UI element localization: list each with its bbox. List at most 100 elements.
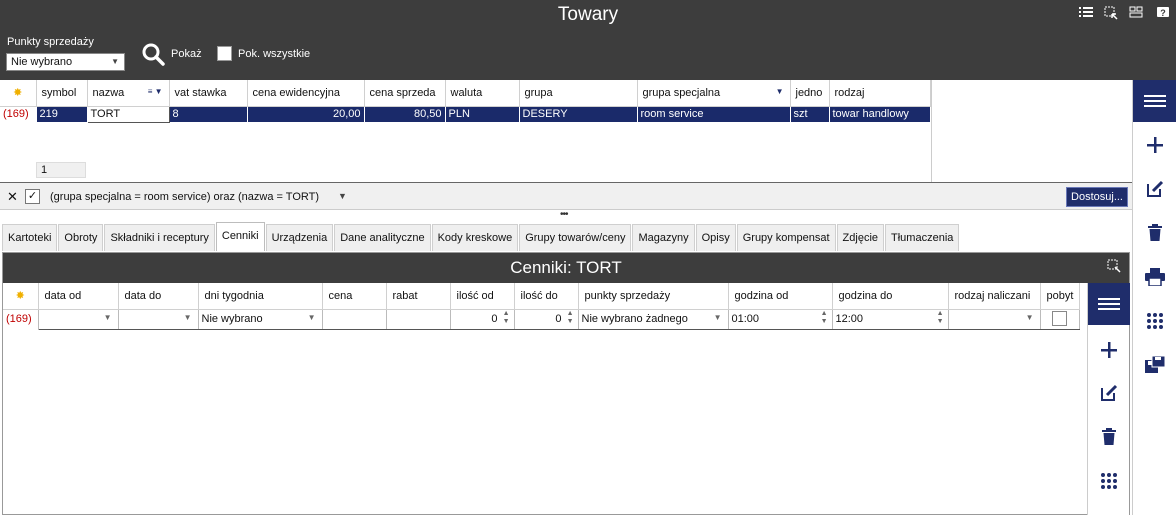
- filter-icon[interactable]: ≡ ▼: [148, 87, 163, 96]
- col-header-nazwa[interactable]: nazwa ≡ ▼: [87, 80, 170, 107]
- cell-rodzaj[interactable]: towar handlowy: [829, 106, 931, 122]
- cell-godzina-do[interactable]: 12:00 ▲ ▼: [832, 308, 949, 330]
- chevron-down-icon[interactable]: ▼: [104, 313, 112, 322]
- panel-edit-button[interactable]: [1088, 380, 1130, 406]
- col-header-data-od[interactable]: data od: [38, 283, 119, 310]
- col-header-ilosc-do[interactable]: ilość do: [514, 283, 579, 310]
- col-header-rodzaj-naliczania[interactable]: rodzaj naliczani: [948, 283, 1041, 310]
- cell-ilosc-od[interactable]: 0 ▲ ▼: [450, 308, 515, 330]
- tab-grupy-kompensat[interactable]: Grupy kompensat: [736, 224, 836, 251]
- col-header-godzina-od[interactable]: godzina od: [728, 283, 833, 310]
- col-header-ilosc-od[interactable]: ilość od: [450, 283, 515, 310]
- cell-cena-sprzedazy[interactable]: 80,50: [364, 106, 446, 122]
- cell-waluta[interactable]: PLN: [445, 106, 520, 122]
- table-row[interactable]: (169) ▼ ▼ Nie wybrano ▼ 0 ▲ ▼ 0 ▲ ▼ Nie wybra…: [3, 308, 1080, 330]
- menu-button[interactable]: [1133, 80, 1176, 122]
- col-header-symbol[interactable]: symbol: [36, 80, 88, 107]
- help-icon[interactable]: ?: [1155, 6, 1171, 22]
- col-header-vat[interactable]: vat stawka: [169, 80, 248, 107]
- spinner-icon[interactable]: ▲ ▼: [567, 310, 574, 326]
- add-button[interactable]: [1133, 132, 1176, 158]
- pobyt-checkbox[interactable]: [1051, 310, 1067, 326]
- cell-rabat[interactable]: [386, 308, 451, 330]
- col-header-rodzaj[interactable]: rodzaj: [829, 80, 931, 107]
- save-button[interactable]: [1133, 352, 1176, 378]
- col-header-punkty-sprzedazy[interactable]: punkty sprzedaży: [578, 283, 729, 310]
- table-row[interactable]: (169) 219 TORT 8 20,00 80,50 PLN DESERY …: [0, 105, 931, 123]
- chevron-down-icon[interactable]: ▼: [338, 191, 347, 201]
- tab-zdjęcie[interactable]: Zdjęcie: [836, 224, 885, 251]
- col-header-cena-ewidencyjna[interactable]: cena ewidencyjna: [247, 80, 365, 107]
- filter-icon[interactable]: ▼: [776, 87, 784, 96]
- panel-menu-button[interactable]: [1088, 283, 1130, 325]
- select-area-icon[interactable]: [1107, 253, 1121, 283]
- show-all-box[interactable]: [217, 46, 232, 61]
- cell-dni-tygodnia[interactable]: Nie wybrano ▼: [198, 308, 323, 330]
- panel-add-button[interactable]: [1088, 337, 1130, 363]
- cell-vat[interactable]: 8: [169, 106, 248, 122]
- print-button[interactable]: [1133, 264, 1176, 290]
- cell-cena-ewidencyjna[interactable]: 20,00: [247, 106, 365, 122]
- cell-rodzaj-naliczania[interactable]: ▼: [948, 308, 1041, 330]
- cell-ilosc-do[interactable]: 0 ▲ ▼: [514, 308, 579, 330]
- layout-icon[interactable]: [1128, 6, 1144, 22]
- clear-filter-icon[interactable]: ✕: [7, 189, 18, 205]
- col-header-grupa[interactable]: grupa: [519, 80, 638, 107]
- cell-grupa-specjalna[interactable]: room service: [637, 106, 791, 122]
- cell-punkty-sprzedazy[interactable]: Nie wybrano żadnego ▼: [578, 308, 729, 330]
- col-header-waluta[interactable]: waluta: [445, 80, 520, 107]
- cell-godzina-od[interactable]: 01:00 ▲ ▼: [728, 308, 833, 330]
- cell-data-od[interactable]: ▼: [38, 308, 119, 330]
- filter-enabled-checkbox[interactable]: ✓: [25, 189, 40, 204]
- filter-expression[interactable]: (grupa specjalna = room service) oraz (n…: [50, 191, 319, 203]
- cell-symbol[interactable]: 219: [36, 106, 88, 122]
- splitter-handle[interactable]: •••: [560, 209, 568, 220]
- list-view-icon[interactable]: [1078, 6, 1094, 22]
- chevron-down-icon[interactable]: ▼: [308, 313, 316, 322]
- spinner-icon[interactable]: ▲ ▼: [937, 310, 944, 326]
- tab-urządzenia[interactable]: Urządzenia: [265, 224, 334, 251]
- show-all-checkbox[interactable]: Pok. wszystkie: [217, 46, 310, 61]
- delete-button[interactable]: [1133, 220, 1176, 246]
- tab-obroty[interactable]: Obroty: [58, 224, 104, 251]
- col-header-dni-tygodnia[interactable]: dni tygodnia: [198, 283, 323, 310]
- col-header-godzina-do[interactable]: godzina do: [832, 283, 949, 310]
- cell-nazwa[interactable]: TORT: [86, 105, 170, 123]
- col-header-jednostka[interactable]: jedno: [790, 80, 830, 107]
- panel-delete-button[interactable]: [1088, 424, 1130, 450]
- col-header-data-do[interactable]: data do: [118, 283, 199, 310]
- edit-icon: [1101, 384, 1118, 401]
- tab-składniki-i-receptury[interactable]: Składniki i receptury: [104, 224, 215, 251]
- cell-data-do[interactable]: ▼: [118, 308, 199, 330]
- tab-dane-analityczne[interactable]: Dane analityczne: [334, 224, 431, 251]
- tab-tłumaczenia[interactable]: Tłumaczenia: [885, 224, 960, 251]
- spinner-icon[interactable]: ▲ ▼: [821, 310, 828, 326]
- chevron-down-icon[interactable]: ▼: [184, 313, 192, 322]
- edit-button[interactable]: [1133, 176, 1176, 202]
- panel-more-button[interactable]: [1088, 468, 1130, 494]
- points-of-sale-select[interactable]: Nie wybrano ▼: [6, 53, 125, 71]
- col-header-grupa-specjalna[interactable]: grupa specjalna ▼: [637, 80, 791, 107]
- tab-kartoteki[interactable]: Kartoteki: [2, 224, 58, 251]
- col-header-rabat[interactable]: rabat: [386, 283, 451, 310]
- tab-kody-kreskowe[interactable]: Kody kreskowe: [431, 224, 519, 251]
- col-header-cena-sprzedazy[interactable]: cena sprzeda: [364, 80, 446, 107]
- select-area-icon[interactable]: [1103, 6, 1119, 22]
- cell-grupa[interactable]: DESERY: [519, 106, 638, 122]
- show-button[interactable]: Pokaż: [141, 42, 202, 66]
- chevron-down-icon[interactable]: ▼: [714, 313, 722, 322]
- more-button[interactable]: [1133, 308, 1176, 334]
- cell-jednostka[interactable]: szt: [790, 106, 830, 122]
- chevron-down-icon[interactable]: ▼: [1026, 313, 1034, 322]
- tab-grupy-towarów-ceny[interactable]: Grupy towarów/ceny: [519, 224, 632, 251]
- tab-cenniki[interactable]: Cenniki: [215, 222, 265, 251]
- tab-opisy[interactable]: Opisy: [695, 224, 736, 251]
- cell-pobyt[interactable]: [1040, 308, 1080, 330]
- col-header-pobyt[interactable]: pobyt: [1040, 283, 1080, 310]
- spinner-icon[interactable]: ▲ ▼: [503, 310, 510, 326]
- col-header-cena[interactable]: cena: [322, 283, 387, 310]
- cell-cena[interactable]: [322, 308, 387, 330]
- points-of-sale-value: Nie wybrano: [11, 56, 73, 68]
- tab-magazyny[interactable]: Magazyny: [632, 224, 695, 251]
- customize-button[interactable]: Dostosuj...: [1066, 187, 1128, 207]
